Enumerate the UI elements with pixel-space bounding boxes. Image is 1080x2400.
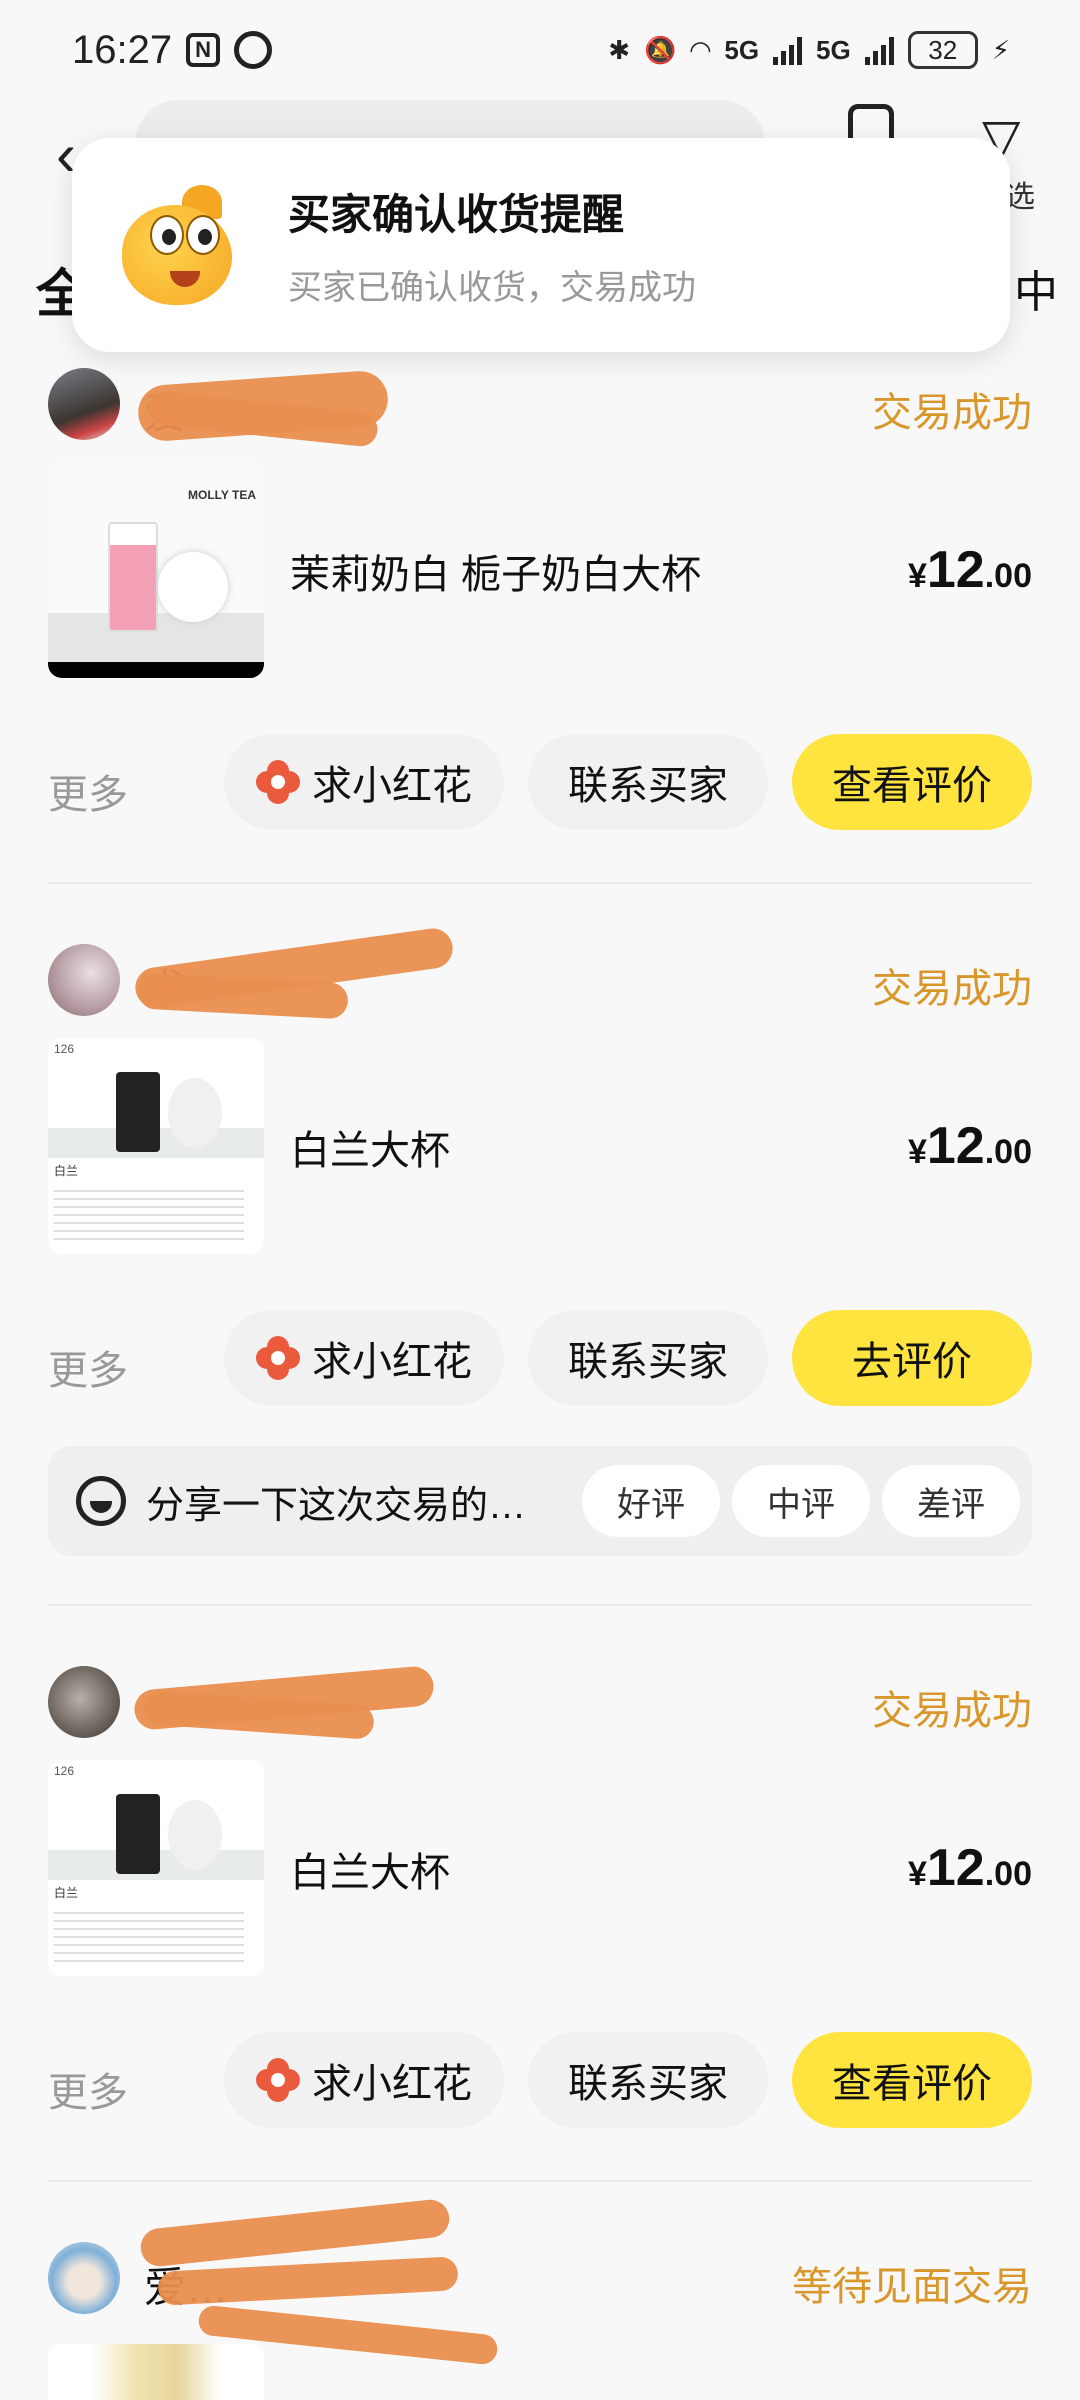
divider — [48, 2180, 1032, 2182]
size-label: 126 — [54, 1042, 75, 1056]
order-status: 等待见面交易 — [792, 2265, 1032, 2309]
more-link[interactable]: 更多 — [48, 762, 128, 820]
mascot-fish-icon — [112, 185, 242, 305]
clock: 16:27 — [72, 27, 173, 72]
request-flower-button[interactable]: 求小红花 — [224, 2032, 504, 2128]
divider — [48, 882, 1032, 884]
smile-icon — [76, 1476, 126, 1526]
charging-icon: ⚡ — [991, 34, 1010, 65]
product-thumbnail[interactable]: 126 白兰 — [48, 1760, 264, 1976]
more-link[interactable]: 更多 — [48, 2060, 128, 2118]
contact-buyer-button[interactable]: 联系买家 — [528, 1310, 768, 1406]
more-link[interactable]: 更多 — [48, 1338, 128, 1396]
alarm-icon — [234, 31, 273, 69]
notification-subtitle: 买家已确认收货，交易成功 — [288, 269, 696, 307]
redaction-mark — [138, 2197, 452, 2269]
network-label-2: 5G — [816, 34, 851, 65]
contact-buyer-button[interactable]: 联系买家 — [528, 2032, 768, 2128]
order-card[interactable]: 交易成功 126 白兰 白兰大杯 ¥12.00 更多 求小红花 联系买家 查看评… — [48, 1660, 1032, 2132]
avatar[interactable] — [48, 2242, 120, 2314]
bad-review-button[interactable]: 差评 — [882, 1465, 1020, 1537]
request-flower-button[interactable]: 求小红花 — [224, 1310, 504, 1406]
wifi-icon: ◠ — [690, 34, 711, 65]
brand-label: MOLLY TEA — [187, 488, 256, 502]
status-bar: 16:27 N ✱ 🔕 ◠ 5G 5G 32 ⚡ — [0, 0, 1080, 100]
request-flower-button[interactable]: 求小红花 — [224, 734, 504, 830]
order-status: 交易成功 — [872, 391, 1032, 435]
product-thumbnail[interactable] — [48, 2344, 264, 2400]
order-status: 交易成功 — [872, 1689, 1032, 1733]
avatar[interactable] — [48, 368, 120, 440]
good-review-button[interactable]: 好评 — [582, 1465, 720, 1537]
flower-icon — [256, 1336, 300, 1380]
price: ¥12.00 — [907, 1117, 1032, 1175]
order-card[interactable]: 爱 交易成功 MOLLY TEA 茉莉奶白 栀子奶白大杯 ¥12.00 更多 求… — [48, 362, 1032, 834]
review-prompt-text: 分享一下这次交易的… — [146, 1484, 527, 1527]
signal-icon-2 — [864, 35, 894, 65]
divider — [48, 1604, 1032, 1606]
write-review-button[interactable]: 去评价 — [792, 1310, 1032, 1406]
product-thumbnail[interactable]: MOLLY TEA — [48, 462, 264, 678]
product-thumbnail[interactable]: 126 白兰 — [48, 1038, 264, 1254]
price: ¥12.00 — [907, 1839, 1032, 1897]
neutral-review-button[interactable]: 中评 — [732, 1465, 870, 1537]
nfc-icon: N — [186, 33, 221, 67]
notification-banner[interactable]: 买家确认收货提醒 买家已确认收货，交易成功 — [72, 138, 1010, 352]
flower-icon — [256, 2058, 300, 2102]
product-title[interactable]: 白兰大杯 — [290, 1118, 450, 1176]
mute-icon: 🔕 — [643, 34, 677, 65]
product-caption: 白兰 — [54, 1886, 79, 1900]
notification-title: 买家确认收货提醒 — [288, 191, 625, 238]
order-card[interactable]: 求 交易成功 126 白兰 白兰大杯 ¥12.00 更多 求小红花 联系买家 去… — [48, 925, 1032, 1410]
flower-icon — [256, 760, 300, 804]
product-caption: 白兰 — [54, 1164, 79, 1178]
view-review-button[interactable]: 查看评价 — [792, 2032, 1032, 2128]
product-title[interactable]: 茉莉奶白 栀子奶白大杯 — [290, 542, 701, 600]
size-label: 126 — [54, 1764, 75, 1778]
view-review-button[interactable]: 查看评价 — [792, 734, 1032, 830]
network-label-1: 5G — [724, 34, 760, 65]
tab-in-progress[interactable]: 中 — [1014, 256, 1058, 320]
signal-icon — [773, 35, 803, 65]
order-status: 交易成功 — [872, 967, 1032, 1011]
avatar[interactable] — [48, 944, 120, 1016]
price: ¥12.00 — [907, 541, 1032, 599]
order-card[interactable]: 爱… 等待见面交易 — [48, 2197, 1032, 2400]
bluetooth-icon: ✱ — [608, 34, 630, 65]
review-prompt: 分享一下这次交易的… 好评 中评 差评 — [48, 1446, 1032, 1556]
avatar[interactable] — [48, 1666, 120, 1738]
battery-indicator: 32 — [907, 31, 978, 69]
product-title[interactable]: 白兰大杯 — [290, 1840, 450, 1898]
contact-buyer-button[interactable]: 联系买家 — [528, 734, 768, 830]
